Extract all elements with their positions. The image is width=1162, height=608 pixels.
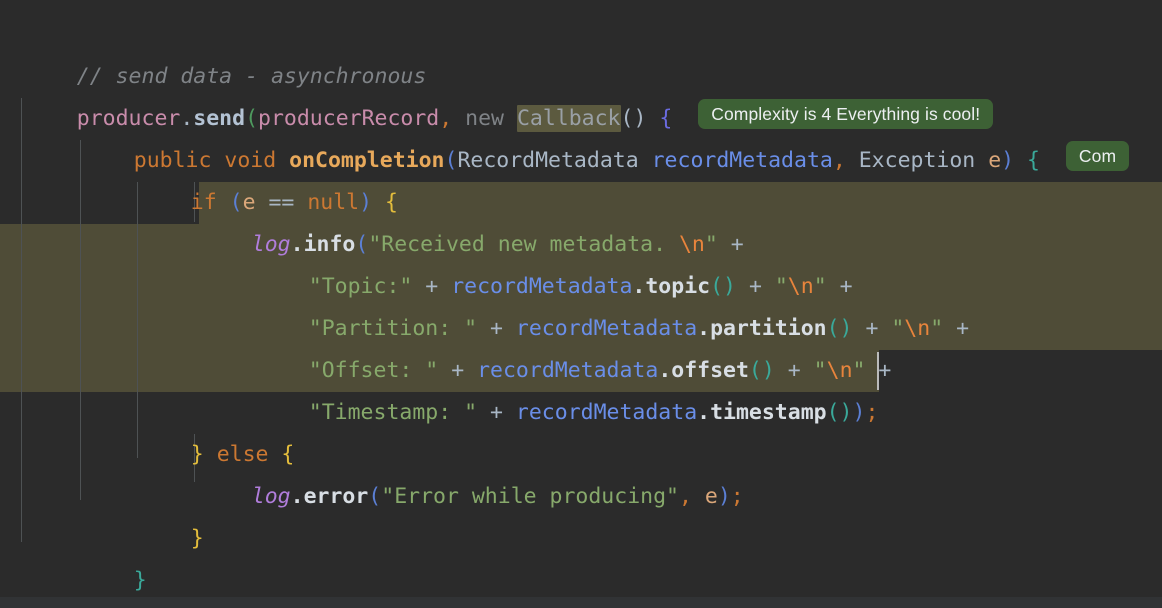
code-line-6[interactable]: "Topic:" + recordMetadata.topic() + "\n"… [257,224,853,299]
token-parens: () [826,400,853,425]
token-recordmetadata-param: recordMetadata [651,148,833,173]
token-paren-close: ) [852,400,866,425]
text-caret [877,352,879,390]
token-brace-close: } [133,568,147,593]
indent-guide-2 [80,140,81,500]
token-paren-close: ) [717,484,731,509]
code-line-10[interactable]: } else { [139,392,295,467]
code-editor[interactable]: // send data - asynchronous producer.sen… [0,0,1162,597]
code-line-5[interactable]: log.info("Received new metadata. \n" + [200,182,744,257]
token-error-method: .error [290,484,369,509]
code-line-1[interactable]: // send data - asynchronous [25,14,427,89]
token-recordmetadata-var: recordMetadata [515,400,698,425]
code-line-3[interactable]: public void onCompletion(RecordMetadata … [82,98,1130,173]
indent-guide-1 [21,98,22,542]
token-comma: , [678,484,692,509]
token-escape-newline: \n [904,316,931,341]
token-log-field: log [251,484,291,509]
token-plus-operator: + [878,358,892,383]
code-line-4[interactable]: if (e == null) { [139,140,398,215]
editor-status-bar [0,597,1162,608]
token-e-var: e [704,484,718,509]
token-recordmetadata-type: RecordMetadata [457,148,639,173]
indent-guide-3 [137,182,138,458]
token-brace-close: } [190,526,204,551]
code-line-11[interactable]: log.error("Error while producing", e); [200,434,744,509]
code-line-7[interactable]: "Partition: " + recordMetadata.partition… [257,266,969,341]
token-paren-open: ( [368,484,382,509]
code-line-9[interactable]: "Timestamp: " + recordMetadata.timestamp… [257,350,879,425]
code-line-2[interactable]: producer.send(producerRecord, new Callba… [25,56,994,132]
token-brace-open: { [1027,148,1040,173]
code-line-14[interactable]: }); [25,560,116,597]
token-comma: , [832,148,846,173]
token-quote-open: " [891,316,905,341]
token-quote-close: " [930,316,944,341]
token-exception-type: Exception [858,148,976,173]
token-paren-open: ( [444,148,458,173]
token-semicolon: ; [730,484,744,509]
code-line-8[interactable]: "Offset: " + recordMetadata.offset() + "… [257,308,892,383]
token-string-error: "Error while producing" [381,484,679,509]
token-paren-close: ) [1001,148,1015,173]
code-line-12[interactable]: } [139,476,204,551]
code-line-13[interactable]: } [82,518,147,593]
token-plus-operator: + [490,400,503,425]
token-e-param: e [988,148,1002,173]
inlay-hint-complexity-line3[interactable]: Com [1065,141,1130,171]
token-plus-operator: + [956,316,970,341]
token-semicolon: ; [865,400,879,425]
token-timestamp-method: .timestamp [697,400,827,425]
token-string-timestamp: "Timestamp: " [308,400,478,425]
